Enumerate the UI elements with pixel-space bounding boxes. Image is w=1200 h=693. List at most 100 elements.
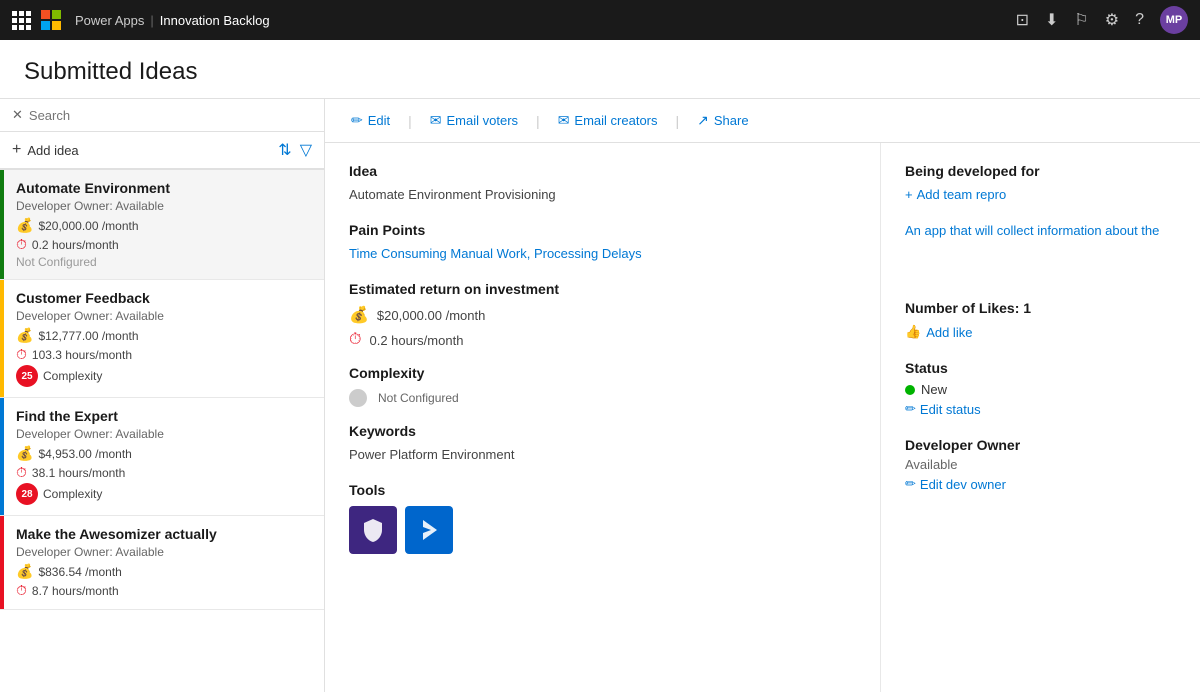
content-area: ✏ Edit | ✉ Email voters | ✉ Email creato… xyxy=(325,99,1200,692)
help-icon[interactable]: ? xyxy=(1135,11,1144,29)
cost-value: $20,000.00 /month xyxy=(38,219,138,233)
bookmark-icon[interactable]: ⚐ xyxy=(1074,10,1088,30)
cost-icon: 💰 xyxy=(16,445,33,462)
close-search-icon[interactable]: ✕ xyxy=(12,107,23,123)
edit-dev-owner-icon: ✏ xyxy=(905,476,916,492)
add-team-repro-button[interactable]: + Add team repro xyxy=(905,187,1176,202)
accent-bar xyxy=(0,280,4,397)
being-developed-section: Being developed for + Add team repro xyxy=(905,163,1176,202)
search-input[interactable] xyxy=(29,108,312,123)
user-avatar[interactable]: MP xyxy=(1160,6,1188,34)
sidebar: ✕ + Add idea ⇅ ▽ Automate Environment De… xyxy=(0,99,325,692)
email-creators-icon: ✉ xyxy=(558,112,570,129)
cost-value: $12,777.00 /month xyxy=(38,329,138,343)
add-team-repro-label: Add team repro xyxy=(917,187,1007,202)
edit-button[interactable]: ✏ Edit xyxy=(341,107,400,134)
roi-hours-row: ⏱ 0.2 hours/month xyxy=(349,331,856,349)
hours-icon: ⏱ xyxy=(16,582,27,599)
meta-cost: 💰 $12,777.00 /month xyxy=(16,327,312,344)
complexity-label: Not Configured xyxy=(16,255,97,269)
share-label: Share xyxy=(714,113,749,128)
email-voters-button[interactable]: ✉ Email voters xyxy=(420,107,528,134)
list-item[interactable]: Make the Awesomizer actually Developer O… xyxy=(0,516,324,610)
complexity-label: Complexity xyxy=(349,365,856,381)
hours-icon: ⏱ xyxy=(16,236,27,253)
edit-status-icon: ✏ xyxy=(905,401,916,417)
edit-dev-owner-label: Edit dev owner xyxy=(920,477,1006,492)
hours-value: 103.3 hours/month xyxy=(32,348,132,362)
toolbar-sep-2: | xyxy=(536,113,540,129)
complexity-value: Not Configured xyxy=(378,391,459,405)
accent-bar xyxy=(0,516,4,609)
edit-status-button[interactable]: ✏ Edit status xyxy=(905,401,1176,417)
keywords-section: Keywords Power Platform Environment xyxy=(349,423,856,462)
complexity-value-row: Not Configured xyxy=(349,389,856,407)
idea-owner: Developer Owner: Available xyxy=(16,545,312,559)
idea-title: Customer Feedback xyxy=(16,290,312,306)
meta-complexity: Not Configured xyxy=(16,255,312,269)
plus-icon: + xyxy=(905,187,913,202)
meta-complexity: 28 Complexity xyxy=(16,483,312,505)
download-icon[interactable]: ⬇ xyxy=(1045,10,1058,30)
email-creators-button[interactable]: ✉ Email creators xyxy=(548,107,668,134)
hours-icon: ⏱ xyxy=(16,346,27,363)
topbar: Power Apps | Innovation Backlog ⊡ ⬇ ⚐ ⚙ … xyxy=(0,0,1200,40)
sort-icon[interactable]: ⇅ xyxy=(278,140,291,160)
topbar-icons: ⊡ ⬇ ⚐ ⚙ ? MP xyxy=(1016,6,1188,34)
cost-icon: 💰 xyxy=(16,327,33,344)
complexity-text: Complexity xyxy=(43,487,102,501)
topbar-app-name: Innovation Backlog xyxy=(160,13,270,28)
sidebar-controls: ⇅ ▽ xyxy=(278,140,312,160)
list-item[interactable]: Find the Expert Developer Owner: Availab… xyxy=(0,398,324,516)
status-section: Status New ✏ Edit status xyxy=(905,360,1176,417)
idea-title: Automate Environment xyxy=(16,180,312,196)
roi-hours-value: 0.2 hours/month xyxy=(369,333,463,348)
filter-icon[interactable]: ▽ xyxy=(300,140,312,160)
meta-cost: 💰 $4,953.00 /month xyxy=(16,445,312,462)
idea-section-value: Automate Environment Provisioning xyxy=(349,187,856,202)
thumbs-up-icon: 👍 xyxy=(905,324,921,340)
content-main: Idea Automate Environment Provisioning P… xyxy=(325,143,880,692)
meta-complexity: 25 Complexity xyxy=(16,365,312,387)
roi-label: Estimated return on investment xyxy=(349,281,856,297)
hours-icon: ⏱ xyxy=(16,464,27,481)
pain-points-value: Time Consuming Manual Work, Processing D… xyxy=(349,246,856,261)
settings-icon[interactable]: ⚙ xyxy=(1105,10,1119,30)
main-layout: ✕ + Add idea ⇅ ▽ Automate Environment De… xyxy=(0,99,1200,692)
add-like-button[interactable]: 👍 Add like xyxy=(905,324,1176,340)
add-idea-button[interactable]: + Add idea xyxy=(12,141,272,159)
cost-value: $836.54 /month xyxy=(38,565,121,579)
idea-meta: 💰 $4,953.00 /month ⏱ 38.1 hours/month 28… xyxy=(16,445,312,505)
share-button[interactable]: ↗ Share xyxy=(687,107,758,134)
being-developed-title: Being developed for xyxy=(905,163,1176,179)
roi-hours-icon: ⏱ xyxy=(349,331,361,349)
idea-meta: 💰 $836.54 /month ⏱ 8.7 hours/month xyxy=(16,563,312,599)
plus-icon: + xyxy=(12,141,21,159)
list-item[interactable]: Automate Environment Developer Owner: Av… xyxy=(0,170,324,280)
status-dot xyxy=(905,385,915,395)
keywords-label: Keywords xyxy=(349,423,856,439)
likes-title: Number of Likes: 1 xyxy=(905,300,1176,316)
dev-owner-section: Developer Owner Available ✏ Edit dev own… xyxy=(905,437,1176,492)
cost-value: $4,953.00 /month xyxy=(38,447,131,461)
complexity-circle xyxy=(349,389,367,407)
waffle-icon[interactable] xyxy=(12,11,31,30)
tools-icons xyxy=(349,506,856,554)
complexity-badge: 28 xyxy=(16,483,38,505)
idea-section: Idea Automate Environment Provisioning xyxy=(349,163,856,202)
toolbar-sep-1: | xyxy=(408,113,412,129)
complexity-section: Complexity Not Configured xyxy=(349,365,856,407)
list-item[interactable]: Customer Feedback Developer Owner: Avail… xyxy=(0,280,324,398)
edit-icon: ✏ xyxy=(351,112,363,129)
idea-title: Make the Awesomizer actually xyxy=(16,526,312,542)
tool-shield-icon[interactable] xyxy=(349,506,397,554)
status-value: New xyxy=(921,382,947,397)
keywords-value: Power Platform Environment xyxy=(349,447,856,462)
tool-power-automate-icon[interactable] xyxy=(405,506,453,554)
idea-meta: 💰 $20,000.00 /month ⏱ 0.2 hours/month No… xyxy=(16,217,312,269)
idea-owner: Developer Owner: Available xyxy=(16,199,312,213)
screen-icon[interactable]: ⊡ xyxy=(1016,10,1029,30)
content-toolbar: ✏ Edit | ✉ Email voters | ✉ Email creato… xyxy=(325,99,1200,143)
idea-section-label: Idea xyxy=(349,163,856,179)
edit-dev-owner-button[interactable]: ✏ Edit dev owner xyxy=(905,476,1176,492)
